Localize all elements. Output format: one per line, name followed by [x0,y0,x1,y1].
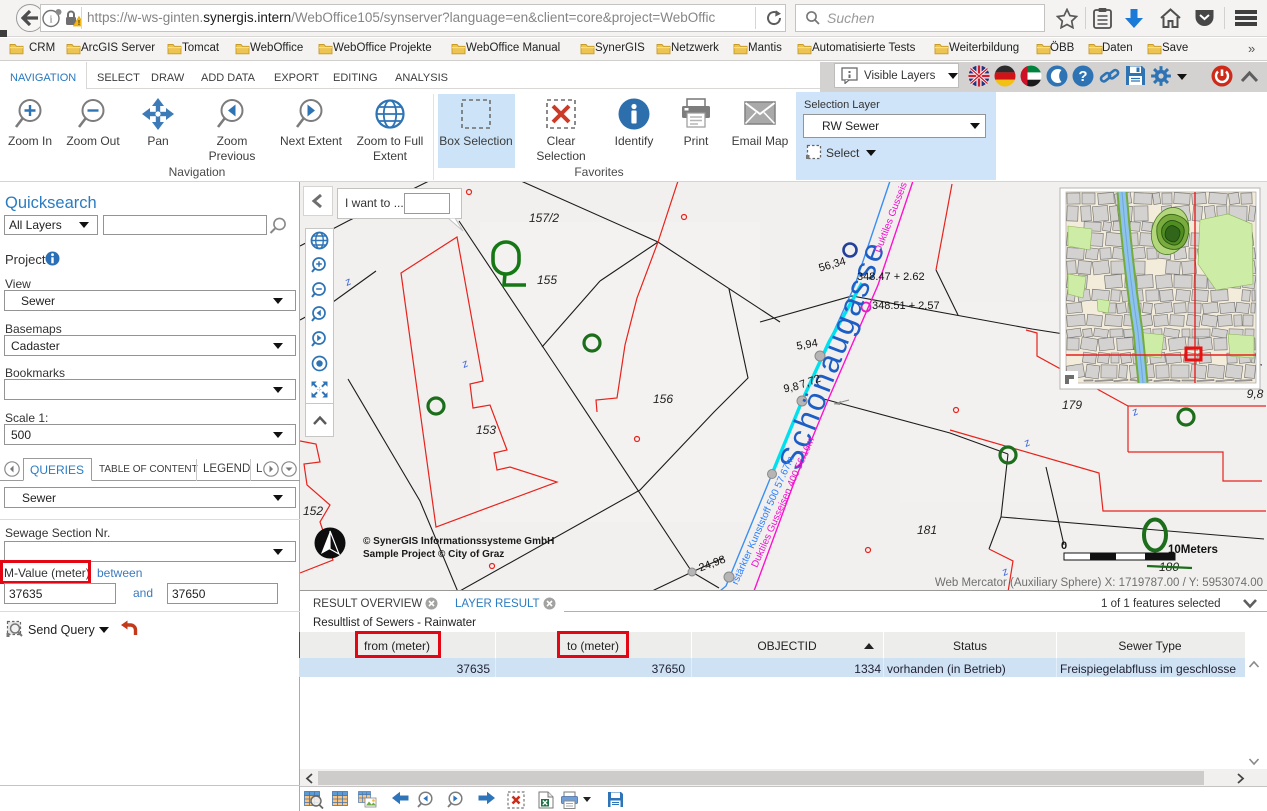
svg-text:155: 155 [537,273,557,287]
svg-text:348.51 + 2.57: 348.51 + 2.57 [872,300,940,312]
svg-text:?: ? [1078,68,1087,85]
svg-text:157/2: 157/2 [529,211,559,225]
svg-text:152: 152 [303,504,323,518]
svg-text:181: 181 [917,523,937,537]
svg-text:Sample Project © City of Graz: Sample Project © City of Graz [363,549,504,560]
svg-text:© SynerGIS Informationssysteme: © SynerGIS Informationssysteme GmbH [363,536,554,547]
svg-text:179: 179 [1062,398,1082,412]
svg-text:156: 156 [653,392,673,406]
svg-text:153: 153 [476,423,496,437]
svg-text:10Meters: 10Meters [1168,544,1218,556]
svg-text:348.47 + 2.62: 348.47 + 2.62 [857,271,925,283]
svg-text:!: ! [78,18,81,27]
svg-text:i: i [49,14,52,26]
svg-text:0: 0 [1061,540,1067,552]
svg-text:Web Mercator (Auxiliary Sphere: Web Mercator (Auxiliary Sphere) X: 17197… [935,577,1263,589]
